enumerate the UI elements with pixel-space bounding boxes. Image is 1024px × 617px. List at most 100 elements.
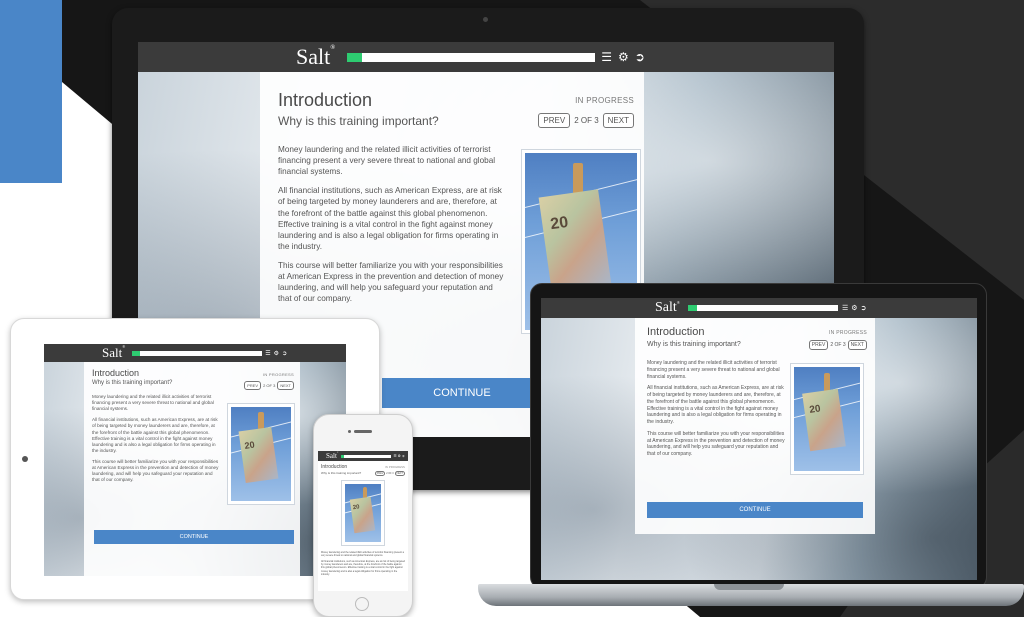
exit-icon[interactable]: ➲ <box>402 454 405 458</box>
progress-bar <box>132 350 263 356</box>
note-value: 20 <box>352 504 361 512</box>
lesson-body: Money laundering and the related illicit… <box>92 394 220 488</box>
next-button[interactable]: NEXT <box>602 113 634 128</box>
next-button[interactable]: NEXT <box>277 381 294 390</box>
progress-bar <box>687 305 838 311</box>
menu-icon[interactable]: ☰ <box>393 454 396 458</box>
exit-icon[interactable]: ➲ <box>635 50 645 64</box>
paragraph: All financial institutions, such as Amer… <box>278 186 502 251</box>
salt-logo: Salt® <box>655 300 680 316</box>
banknote: 20 <box>538 189 612 293</box>
prev-button[interactable]: PREV <box>808 340 829 350</box>
status-label: IN PROGRESS <box>575 96 634 105</box>
gear-icon[interactable]: ⚙ <box>398 454 401 458</box>
progress-fill <box>132 350 140 356</box>
paragraph: This course will better familiarize you … <box>278 260 504 304</box>
top-bar: Salt® ☰ ⚙ ➲ <box>318 451 408 461</box>
lesson-body: Money laundering and the related illicit… <box>278 144 508 312</box>
salt-logo: Salt® <box>102 345 125 361</box>
lesson-panel: Introduction Why is this training import… <box>318 461 408 591</box>
paragraph: This course will better familiarize you … <box>92 458 219 483</box>
page-nav: PREV 2 OF 3 NEXT <box>374 471 405 476</box>
top-bar: Salt® ☰ ⚙ ➲ <box>138 42 834 72</box>
exit-icon[interactable]: ➲ <box>861 304 867 312</box>
lesson-title: Introduction <box>647 326 705 338</box>
paragraph: This course will better familiarize you … <box>647 430 785 457</box>
progress-fill <box>687 305 697 311</box>
paragraph: All financial institutions, such as Amer… <box>647 385 784 425</box>
continue-button[interactable]: CONTINUE <box>647 502 863 518</box>
page-indicator: 2 OF 3 <box>263 383 276 388</box>
phone-home-button[interactable] <box>355 597 369 611</box>
prev-button[interactable]: PREV <box>374 471 386 476</box>
menu-icon[interactable]: ☰ <box>601 50 612 64</box>
continue-button[interactable]: CONTINUE <box>94 530 294 544</box>
top-bar: Salt® ☰ ⚙ ➲ <box>44 344 346 362</box>
next-button[interactable]: NEXT <box>847 340 867 350</box>
page-indicator: 2 OF 3 <box>574 116 599 125</box>
logo-text: Salt <box>296 44 331 69</box>
logo-text: Salt <box>326 452 337 460</box>
progress-bar <box>347 52 596 62</box>
logo-text: Salt <box>102 345 123 360</box>
logo-text: Salt <box>655 300 677 315</box>
progress-fill <box>341 454 345 458</box>
menu-icon[interactable]: ☰ <box>265 350 270 357</box>
prev-button[interactable]: PREV <box>244 381 262 390</box>
lesson-subtitle: Why is this training important? <box>278 114 439 128</box>
laptop-screen: Salt® ☰ ⚙ ➲ Introduction Why is this tra… <box>541 298 977 580</box>
salt-logo: Salt® <box>326 452 338 460</box>
continue-button[interactable]: CONTINUE <box>382 378 542 408</box>
lesson-image: 20 <box>228 404 294 504</box>
progress-fill <box>347 52 363 62</box>
lesson-body: Money laundering and the related illicit… <box>321 551 405 587</box>
lesson-subtitle: Why is this training important? <box>647 341 741 348</box>
lesson-title: Introduction <box>278 90 373 110</box>
menu-icon[interactable]: ☰ <box>842 304 848 312</box>
lesson-subtitle: Why is this training important? <box>321 471 362 475</box>
logo-trademark: ® <box>122 345 126 349</box>
banknote: 20 <box>238 426 279 484</box>
note-value: 20 <box>549 213 570 234</box>
lesson-image: 20 <box>342 481 384 545</box>
paragraph: Money laundering and the related illicit… <box>92 394 214 412</box>
lesson-title: Introduction <box>321 464 348 470</box>
logo-trademark: ® <box>336 452 339 454</box>
banknote: 20 <box>802 388 846 452</box>
paragraph: All financial institutions, such as Amer… <box>92 417 218 454</box>
top-bar: Salt® ☰ ⚙ ➲ <box>541 298 977 318</box>
paragraph: Money laundering and the related illicit… <box>278 145 496 177</box>
gear-icon[interactable]: ⚙ <box>274 350 279 357</box>
status-label: IN PROGRESS <box>828 330 867 336</box>
next-button[interactable]: NEXT <box>394 471 405 476</box>
tablet-screen: Salt® ☰ ⚙ ➲ Introduction Why is this tra… <box>44 344 346 576</box>
phone-camera <box>348 430 351 433</box>
progress-bar <box>341 454 392 458</box>
page-nav: PREV 2 OF 3 NEXT <box>244 381 294 390</box>
paragraph: Money laundering and the related illicit… <box>647 360 780 380</box>
page-indicator: 2 OF 3 <box>830 342 846 348</box>
page-nav: PREV 2 OF 3 NEXT <box>538 113 634 128</box>
logo-trademark: ® <box>330 44 336 51</box>
banknote: 20 <box>349 496 376 534</box>
page-nav: PREV 2 OF 3 NEXT <box>808 340 867 350</box>
tablet-home-button[interactable] <box>22 456 28 462</box>
status-label: IN PROGRESS <box>262 372 294 377</box>
laptop-notch <box>714 584 784 590</box>
phone-speaker <box>354 430 372 433</box>
salt-logo: Salt® <box>296 44 335 70</box>
lesson-title: Introduction <box>92 368 140 378</box>
paragraph: Money laundering and the related illicit… <box>321 551 404 558</box>
prev-button[interactable]: PREV <box>538 113 571 128</box>
lesson-body: Money laundering and the related illicit… <box>647 360 787 463</box>
lesson-image: 20 <box>791 364 863 474</box>
lesson-subtitle: Why is this training important? <box>92 380 173 386</box>
logo-trademark: ® <box>676 300 680 305</box>
paragraph: All financial institutions, such as Amer… <box>321 559 405 576</box>
camera-dot <box>483 17 488 22</box>
gear-icon[interactable]: ⚙ <box>851 304 857 312</box>
exit-icon[interactable]: ➲ <box>282 350 287 357</box>
phone-screen: Salt® ☰ ⚙ ➲ Introduction Why is this tra… <box>318 451 408 591</box>
note-value: 20 <box>243 439 256 451</box>
gear-icon[interactable]: ⚙ <box>618 50 629 64</box>
